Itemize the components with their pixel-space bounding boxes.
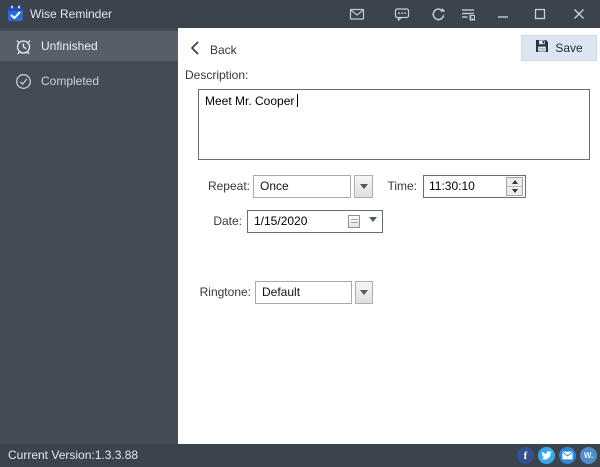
repeat-label: Repeat: (178, 179, 250, 193)
social-links: f W. (517, 447, 597, 464)
refresh-icon[interactable] (426, 0, 450, 28)
repeat-select[interactable]: Once (253, 175, 351, 198)
feedback-icon[interactable] (390, 0, 414, 28)
date-input[interactable]: 1/15/2020 (247, 210, 383, 233)
triangle-down-icon (512, 189, 518, 193)
calendar-icon (348, 215, 360, 228)
titlebar: Wise Reminder (0, 0, 600, 28)
spin-up-button[interactable] (507, 178, 522, 187)
chevron-down-icon (369, 217, 377, 236)
save-label: Save (555, 41, 582, 55)
ringtone-select[interactable]: Default (255, 281, 352, 304)
wise-logo-icon[interactable]: W. (580, 447, 597, 464)
sidebar-item-unfinished[interactable]: Unfinished (0, 31, 178, 61)
sidebar-item-completed[interactable]: Completed (0, 66, 178, 96)
wise-letter: W. (584, 451, 593, 460)
chevron-left-icon (190, 40, 200, 61)
twitter-icon[interactable] (538, 447, 555, 464)
version-text: Current Version:1.3.3.88 (8, 444, 138, 467)
statusbar: Current Version:1.3.3.88 f W. (0, 444, 600, 467)
main-panel: Back Save Description: Meet Mr. Cooper R… (178, 28, 600, 444)
close-button[interactable] (567, 0, 591, 28)
back-label: Back (210, 43, 237, 57)
ringtone-dropdown-arrow[interactable] (355, 281, 373, 304)
text-caret (297, 94, 298, 107)
mail-icon[interactable] (345, 0, 369, 28)
facebook-letter: f (524, 450, 528, 462)
date-label: Date: (178, 214, 242, 228)
time-value: 11:30:10 (429, 179, 475, 193)
description-input[interactable]: Meet Mr. Cooper (198, 89, 590, 160)
sidebar-item-label: Unfinished (41, 31, 98, 61)
minimize-button[interactable] (491, 0, 515, 28)
app-window: Wise Reminder (0, 0, 600, 467)
sidebar-item-label: Completed (41, 66, 99, 96)
repeat-value: Once (260, 179, 289, 193)
spin-down-button[interactable] (507, 187, 522, 196)
ringtone-value: Default (262, 285, 300, 299)
time-input[interactable]: 11:30:10 (423, 175, 526, 198)
time-label: Time: (358, 179, 417, 193)
email-icon[interactable] (559, 447, 576, 464)
description-value: Meet Mr. Cooper (205, 94, 294, 108)
back-button[interactable]: Back (190, 37, 237, 63)
description-label: Description: (185, 68, 248, 82)
app-logo-icon (7, 5, 24, 22)
alarm-clock-icon (14, 37, 33, 61)
save-button[interactable]: Save (521, 35, 597, 61)
chevron-down-icon (360, 290, 368, 295)
triangle-up-icon (512, 180, 518, 184)
date-dropdown-arrow[interactable] (369, 219, 377, 240)
date-value: 1/15/2020 (254, 214, 307, 228)
facebook-icon[interactable]: f (517, 447, 534, 464)
maximize-button[interactable] (528, 0, 552, 28)
check-circle-icon (14, 72, 33, 96)
time-spinner (506, 177, 523, 196)
save-floppy-icon (535, 39, 549, 58)
window-title: Wise Reminder (30, 0, 112, 28)
changelog-icon[interactable] (456, 0, 480, 28)
sidebar: Unfinished Completed (0, 28, 178, 444)
ringtone-label: Ringtone: (178, 285, 251, 299)
